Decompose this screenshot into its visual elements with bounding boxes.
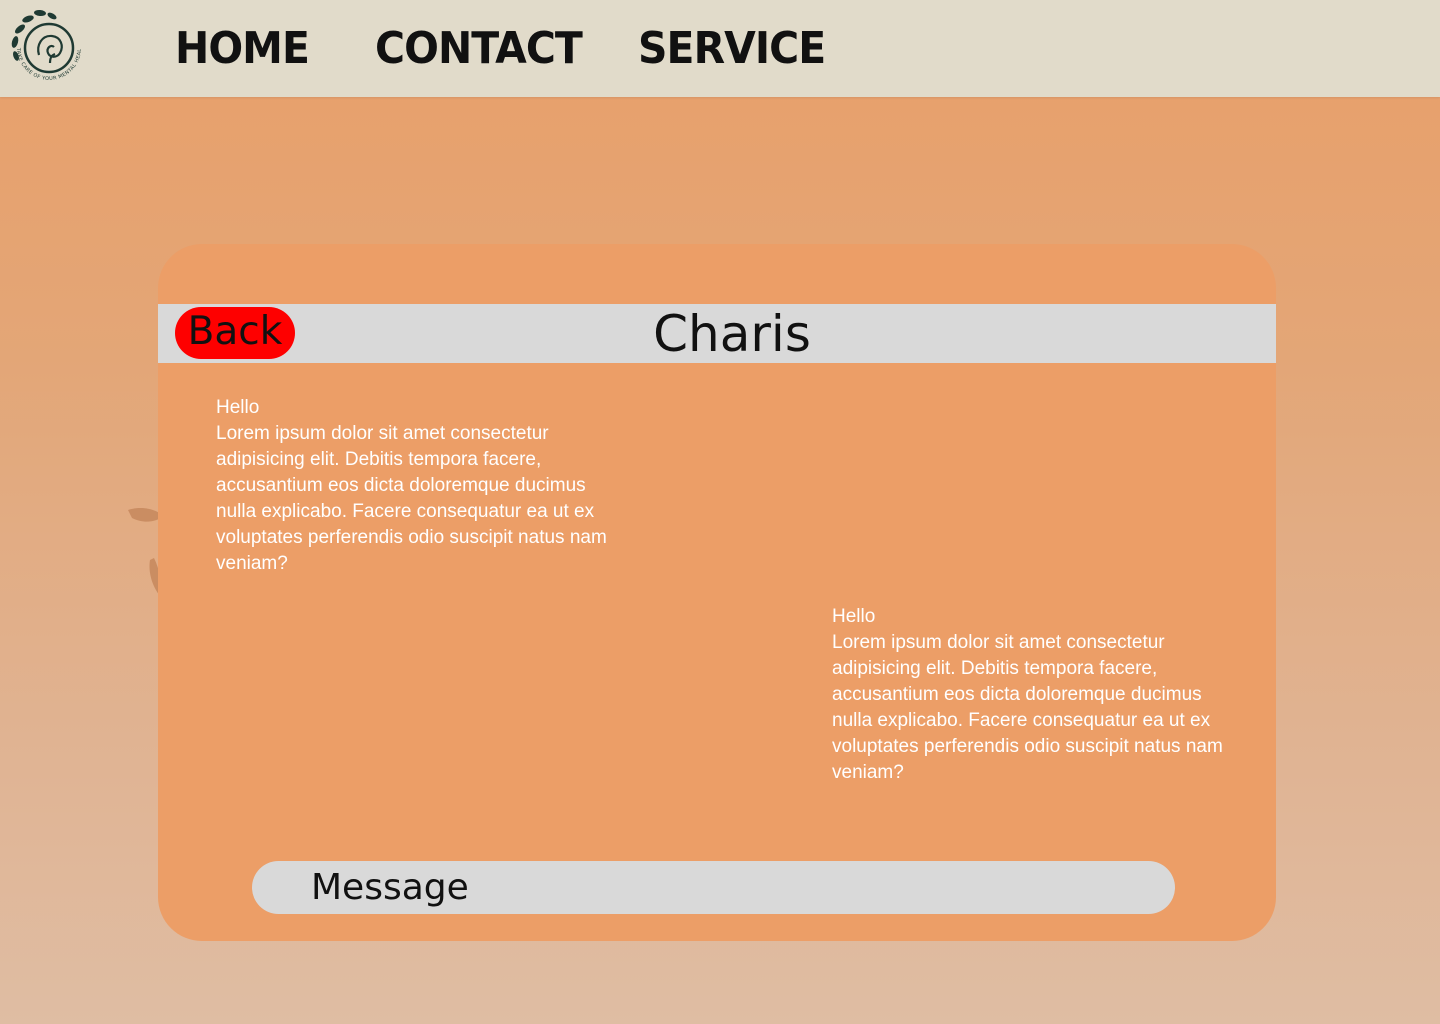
contact-name: Charis bbox=[653, 305, 811, 363]
navbar: TAKE CARE OF YOUR MENTAL HEALTH HOME CON… bbox=[0, 0, 1440, 97]
message-body: Lorem ipsum dolor sit amet consectetur a… bbox=[832, 632, 1223, 783]
nav-service-link[interactable]: SERVICE bbox=[638, 23, 826, 75]
chat-window: Charis Back Hello Lorem ipsum dolor sit … bbox=[158, 244, 1276, 941]
message-greeting: Hello bbox=[216, 397, 260, 418]
message-body: Lorem ipsum dolor sit amet consectetur a… bbox=[216, 423, 607, 574]
mental-health-leaf-logo-icon[interactable]: TAKE CARE OF YOUR MENTAL HEALTH bbox=[6, 5, 92, 91]
nav-contact-link[interactable]: CONTACT bbox=[375, 23, 583, 75]
message-bubble-left: Hello Lorem ipsum dolor sit amet consect… bbox=[216, 395, 608, 577]
message-input[interactable] bbox=[252, 861, 1175, 914]
nav-home-link[interactable]: HOME bbox=[175, 23, 310, 75]
message-bubble-right: Hello Lorem ipsum dolor sit amet consect… bbox=[832, 604, 1224, 786]
back-button[interactable]: Back bbox=[175, 307, 295, 359]
chat-header: Charis Back bbox=[158, 304, 1276, 363]
message-greeting: Hello bbox=[832, 606, 876, 627]
